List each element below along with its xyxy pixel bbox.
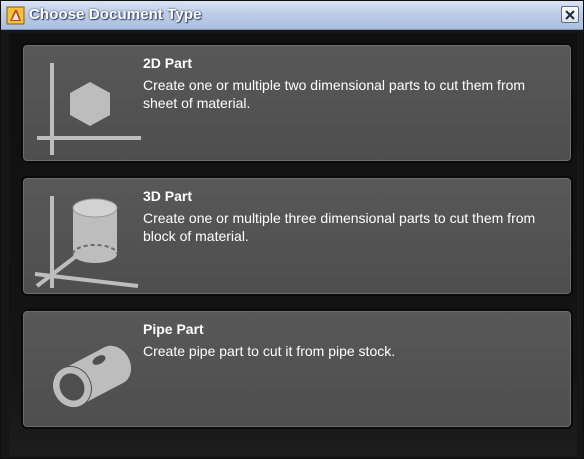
options-panel: 2D Part Create one or multiple two dimen… xyxy=(9,33,577,456)
choose-document-type-dialog: Choose Document Type 2D Part Create one … xyxy=(0,0,584,459)
app-icon xyxy=(6,6,25,25)
close-icon xyxy=(565,9,575,20)
option-description: Create one or multiple three dimensional… xyxy=(143,210,536,244)
option-description: Create one or multiple two dimensional p… xyxy=(143,77,526,111)
option-title: Pipe Part xyxy=(143,321,204,337)
title-bar[interactable]: Choose Document Type xyxy=(1,1,583,30)
2d-part-icon xyxy=(37,63,141,155)
option-title: 2D Part xyxy=(143,55,193,71)
pipe-part-icon xyxy=(52,345,132,409)
option-2d-part[interactable]: 2D Part Create one or multiple two dimen… xyxy=(21,43,573,163)
option-title: 3D Part xyxy=(143,188,193,204)
option-pipe-part[interactable]: Pipe Part Create pipe part to cut it fro… xyxy=(21,309,573,429)
close-button[interactable] xyxy=(561,6,579,23)
option-3d-part[interactable]: 3D Part Create one or multiple three dim… xyxy=(21,176,573,296)
3d-part-icon xyxy=(34,196,139,288)
option-description: Create pipe part to cut it from pipe sto… xyxy=(143,343,396,359)
window-title: Choose Document Type xyxy=(29,6,202,23)
